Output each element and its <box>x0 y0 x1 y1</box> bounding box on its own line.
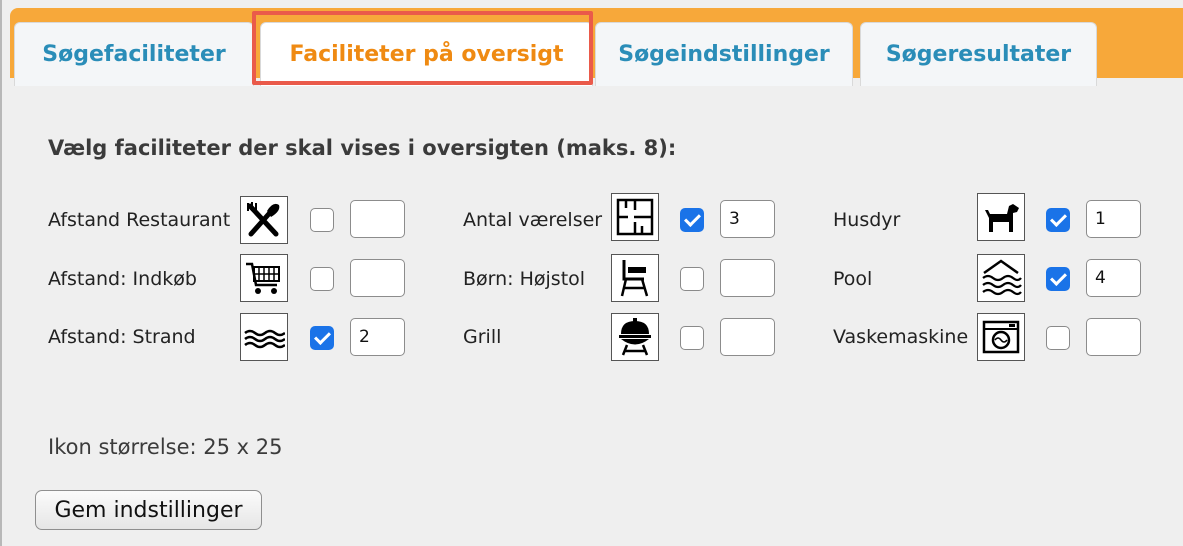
save-settings-button[interactable]: Gem indstillinger <box>35 490 262 530</box>
facility-label: Grill <box>463 326 502 348</box>
tab-search-results[interactable]: Søgeresultater <box>860 22 1097 86</box>
facility-label: Vaskemaskine <box>833 326 969 348</box>
icon-size-text: Ikon størrelse: 25 x 25 <box>48 435 283 459</box>
facility-label: Antal værelser <box>463 209 603 231</box>
input-pool[interactable] <box>1086 259 1141 297</box>
input-shopping[interactable] <box>350 259 405 297</box>
input-grill[interactable] <box>720 318 775 356</box>
tab-search-settings[interactable]: Søgeindstillinger <box>595 22 853 86</box>
facility-label: Afstand: Indkøb <box>48 268 197 290</box>
restaurant-icon <box>240 196 288 244</box>
grill-icon <box>611 313 659 361</box>
checkbox-pool[interactable] <box>1046 267 1070 291</box>
facility-label: Børn: Højstol <box>463 268 586 290</box>
high-chair-icon <box>611 254 659 302</box>
checkbox-restaurant[interactable] <box>310 208 334 232</box>
checkbox-pets[interactable] <box>1046 208 1070 232</box>
washing-machine-icon <box>977 313 1025 361</box>
shopping-cart-icon <box>240 254 288 302</box>
tab-bar: Søgefaciliteter Faciliteter på oversigt … <box>10 8 1183 86</box>
input-restaurant[interactable] <box>350 200 405 238</box>
dog-icon <box>977 193 1025 241</box>
tab-search-facilities[interactable]: Søgefaciliteter <box>14 22 254 86</box>
facility-label: Husdyr <box>833 209 901 231</box>
checkbox-shopping[interactable] <box>310 267 334 291</box>
checkbox-rooms[interactable] <box>680 208 704 232</box>
settings-panel: Søgefaciliteter Faciliteter på oversigt … <box>0 0 1183 546</box>
checkbox-washing-machine[interactable] <box>1046 326 1070 350</box>
tab-facilities-overview[interactable]: Faciliteter på oversigt <box>260 22 593 86</box>
pool-icon <box>977 254 1025 302</box>
input-beach[interactable] <box>350 318 405 356</box>
facility-label: Afstand: Strand <box>48 326 196 348</box>
checkbox-high-chair[interactable] <box>680 267 704 291</box>
input-pets[interactable] <box>1086 200 1141 238</box>
checkbox-beach[interactable] <box>310 326 334 350</box>
beach-icon <box>240 313 288 361</box>
checkbox-grill[interactable] <box>680 326 704 350</box>
floorplan-icon <box>611 193 659 241</box>
facility-label: Pool <box>833 268 873 290</box>
input-rooms[interactable] <box>720 200 775 238</box>
section-heading: Vælg faciliteter der skal vises i oversi… <box>48 136 677 160</box>
input-high-chair[interactable] <box>720 259 775 297</box>
input-washing-machine[interactable] <box>1086 318 1141 356</box>
facility-label: Afstand Restaurant <box>48 209 231 231</box>
